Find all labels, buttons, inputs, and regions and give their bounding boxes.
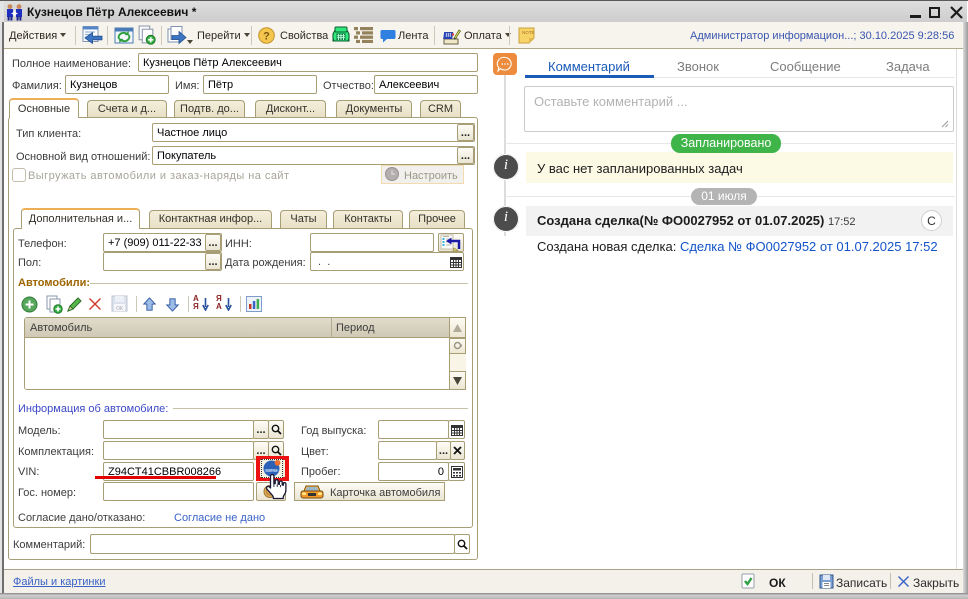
svg-text:?: ? [263,31,270,43]
svg-text:ОК: ОК [116,306,123,312]
svg-text:NOTE: NOTE [522,30,535,35]
svg-text:CarFax: CarFax [266,469,278,473]
